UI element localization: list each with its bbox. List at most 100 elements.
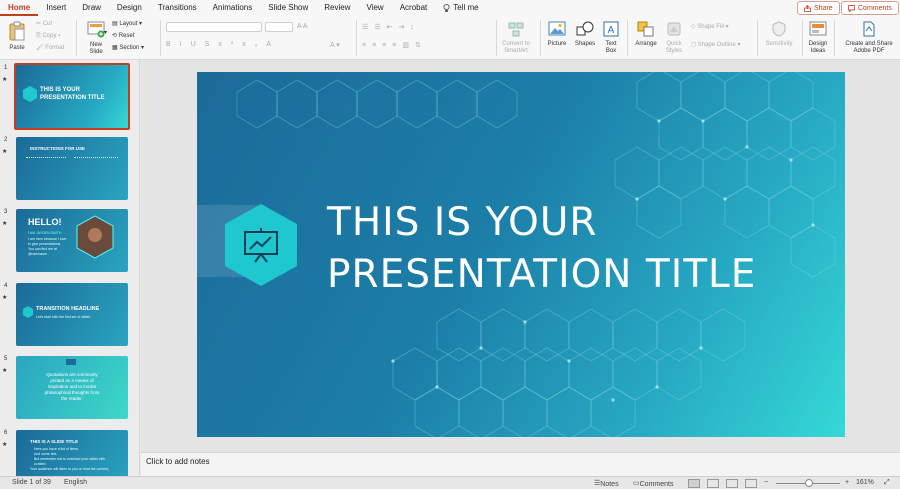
tab-insert[interactable]: Insert (38, 0, 74, 16)
slide-thumbnail-row[interactable]: 5 ★ Quotations are commonly printed as a… (0, 354, 139, 422)
divider (757, 20, 758, 56)
photo-hexagon (76, 215, 114, 259)
font-color-icon[interactable]: A ▾ (330, 41, 340, 49)
create-adobe-pdf-button[interactable]: Create and Share Adobe PDF (839, 21, 899, 55)
slide-sorter-button[interactable] (707, 479, 719, 488)
font-name-select[interactable] (166, 22, 262, 32)
slide-thumbnail-row[interactable]: 6 ★ THIS IS A SLIDE TITLE Here you have … (0, 428, 139, 476)
normal-view-button[interactable] (688, 479, 700, 488)
text-box-button[interactable]: A Text Box (601, 21, 621, 55)
slide-thumbnail-4[interactable]: TRANSITION HEADLINE Let's start with the… (16, 283, 128, 346)
format-painter-button[interactable]: 🖌 Format (36, 45, 64, 52)
new-slide-button[interactable]: New Slide (84, 21, 108, 56)
slide-thumbnail-row[interactable]: 3 ★ HELLO! I AM JAYDEN SMITH I am here b… (0, 207, 139, 275)
quick-styles-icon (667, 22, 681, 36)
reading-view-button[interactable] (726, 479, 738, 488)
thumb-title: THIS IS A SLIDE TITLE (30, 439, 79, 444)
zoom-level[interactable]: 161% (856, 479, 874, 486)
picture-button[interactable]: Picture (545, 21, 569, 48)
section-button[interactable]: ▦ Section ▾ (112, 45, 144, 52)
arrange-icon (637, 21, 654, 37)
thumb-line: @username (28, 252, 48, 256)
slideshow-button[interactable] (745, 479, 757, 488)
comments-toggle[interactable]: ▭ Comments (633, 479, 673, 488)
quick-styles-button[interactable]: Quick Styles (663, 21, 685, 55)
slide-thumbnail-3[interactable]: HELLO! I AM JAYDEN SMITH I am here becau… (16, 209, 128, 272)
tab-home[interactable]: Home (0, 0, 39, 16)
comments-button[interactable]: Comments (841, 1, 899, 15)
shape-outline-button[interactable]: ◻ Shape Outline ▾ (691, 42, 740, 49)
design-ideas-label-1: Design (808, 41, 828, 47)
share-button[interactable]: Share (797, 1, 840, 15)
text-box-label-2: Box (605, 48, 617, 54)
cut-button[interactable]: ✂ Cut (36, 21, 52, 28)
design-ideas-button[interactable]: Design Ideas (805, 21, 831, 55)
tab-design[interactable]: Design (109, 0, 150, 16)
slide-editor-canvas[interactable]: THIS IS YOUR PRESENTATION TITLE (141, 60, 900, 452)
font-size-select[interactable] (265, 22, 293, 32)
format-label: Format (45, 45, 65, 51)
zoom-in-button[interactable]: + (845, 479, 849, 486)
tab-acrobat[interactable]: Acrobat (392, 0, 436, 16)
fit-to-window-button[interactable]: ⤢ (884, 479, 890, 487)
adobe-pdf-icon (863, 21, 875, 37)
shape-fill-button[interactable]: ◇ Shape Fill ▾ (691, 24, 729, 31)
slide-thumbnail-5[interactable]: Quotations are commonly printed as a mea… (16, 356, 128, 419)
tab-transitions[interactable]: Transitions (150, 0, 205, 16)
thumb-bullet: Here you have a list of items (34, 447, 79, 451)
font-grow-icon[interactable]: A A (297, 23, 308, 30)
thumb-quote: printed as a means of (50, 378, 94, 383)
tab-draw[interactable]: Draw (74, 0, 109, 16)
ribbon-home: Paste ✂ Cut ⎘ Copy ▾ 🖌 Format New Slide … (0, 16, 900, 60)
tab-review[interactable]: Review (316, 0, 358, 16)
list-buttons[interactable]: ☰☰⇤⇥↕ (362, 23, 420, 31)
slide-number: 6 (4, 430, 8, 436)
divider (627, 20, 628, 56)
tell-me-search[interactable]: Tell me (435, 0, 486, 16)
section-label: Section (119, 45, 140, 51)
current-slide[interactable]: THIS IS YOUR PRESENTATION TITLE (197, 72, 845, 437)
zoom-out-button[interactable]: − (764, 479, 768, 486)
tab-slide-show[interactable]: Slide Show (260, 0, 316, 16)
convert-label-2: SmartArt (504, 48, 528, 54)
paste-button[interactable]: Paste (5, 21, 29, 52)
sensitivity-label: Sensitivity (765, 41, 793, 47)
copy-button[interactable]: ⎘ Copy ▾ (36, 33, 61, 40)
slide-number: 2 (4, 137, 8, 143)
arrange-button[interactable]: Arrange (632, 21, 660, 48)
font-format-buttons[interactable]: BIUSx²x₂A (166, 41, 280, 48)
thumb-bullet: But remember not to overload your slides… (34, 457, 106, 461)
thumb-bullet: content (34, 462, 46, 466)
zoom-slider-thumb[interactable] (805, 479, 813, 487)
alignment-buttons[interactable]: ≡≡≡≡▥⇅ (362, 41, 427, 49)
notes-toggle[interactable]: ☰ Notes (594, 479, 619, 488)
thumb-line: You can find me at (28, 247, 57, 251)
reset-label: Reset (118, 33, 135, 39)
notes-pane[interactable]: Click to add notes (141, 452, 900, 476)
comments-toggle-label: Comments (639, 481, 674, 488)
tab-animations[interactable]: Animations (205, 0, 261, 16)
layout-button[interactable]: ▤ Layout ▾ (112, 21, 142, 28)
create-pdf-label-1: Create and Share (845, 41, 893, 47)
slide-thumbnail-row[interactable]: 1 ★ THIS IS YOUR PRESENTATION TITLE (0, 63, 139, 131)
shapes-button[interactable]: Shapes (573, 21, 597, 48)
ribbon-tabs: Home Insert Draw Design Transitions Anim… (0, 0, 900, 16)
new-slide-dropdown[interactable]: ▾ (104, 30, 107, 37)
convert-smartart-button[interactable]: Convert to SmartArt (499, 21, 533, 55)
hexagon-icon (23, 86, 37, 102)
slide-thumbnail-6[interactable]: THIS IS A SLIDE TITLE Here you have a li… (16, 430, 128, 476)
language[interactable]: English (64, 479, 87, 486)
sensitivity-button[interactable]: Sensitivity (760, 21, 798, 48)
reset-button[interactable]: ⟲ Reset (112, 33, 134, 40)
slide-thumbnail-2[interactable]: INSTRUCTIONS FOR USE (16, 137, 128, 200)
shapes-icon (576, 21, 594, 36)
sensitivity-icon (772, 21, 786, 37)
tab-view[interactable]: View (359, 0, 392, 16)
slide-thumbnails-panel[interactable]: 1 ★ THIS IS YOUR PRESENTATION TITLE 2 ★ … (0, 60, 140, 476)
share-icon (804, 4, 811, 12)
slide-title-line-1: THIS IS YOUR (327, 200, 598, 245)
slide-thumbnail-1[interactable]: THIS IS YOUR PRESENTATION TITLE (14, 63, 130, 130)
slide-thumbnail-row[interactable]: 4 ★ TRANSITION HEADLINE Let's start with… (0, 281, 139, 349)
slide-thumbnail-row[interactable]: 2 ★ INSTRUCTIONS FOR USE (0, 135, 139, 203)
slide-title[interactable]: THIS IS YOUR PRESENTATION TITLE (327, 197, 756, 301)
